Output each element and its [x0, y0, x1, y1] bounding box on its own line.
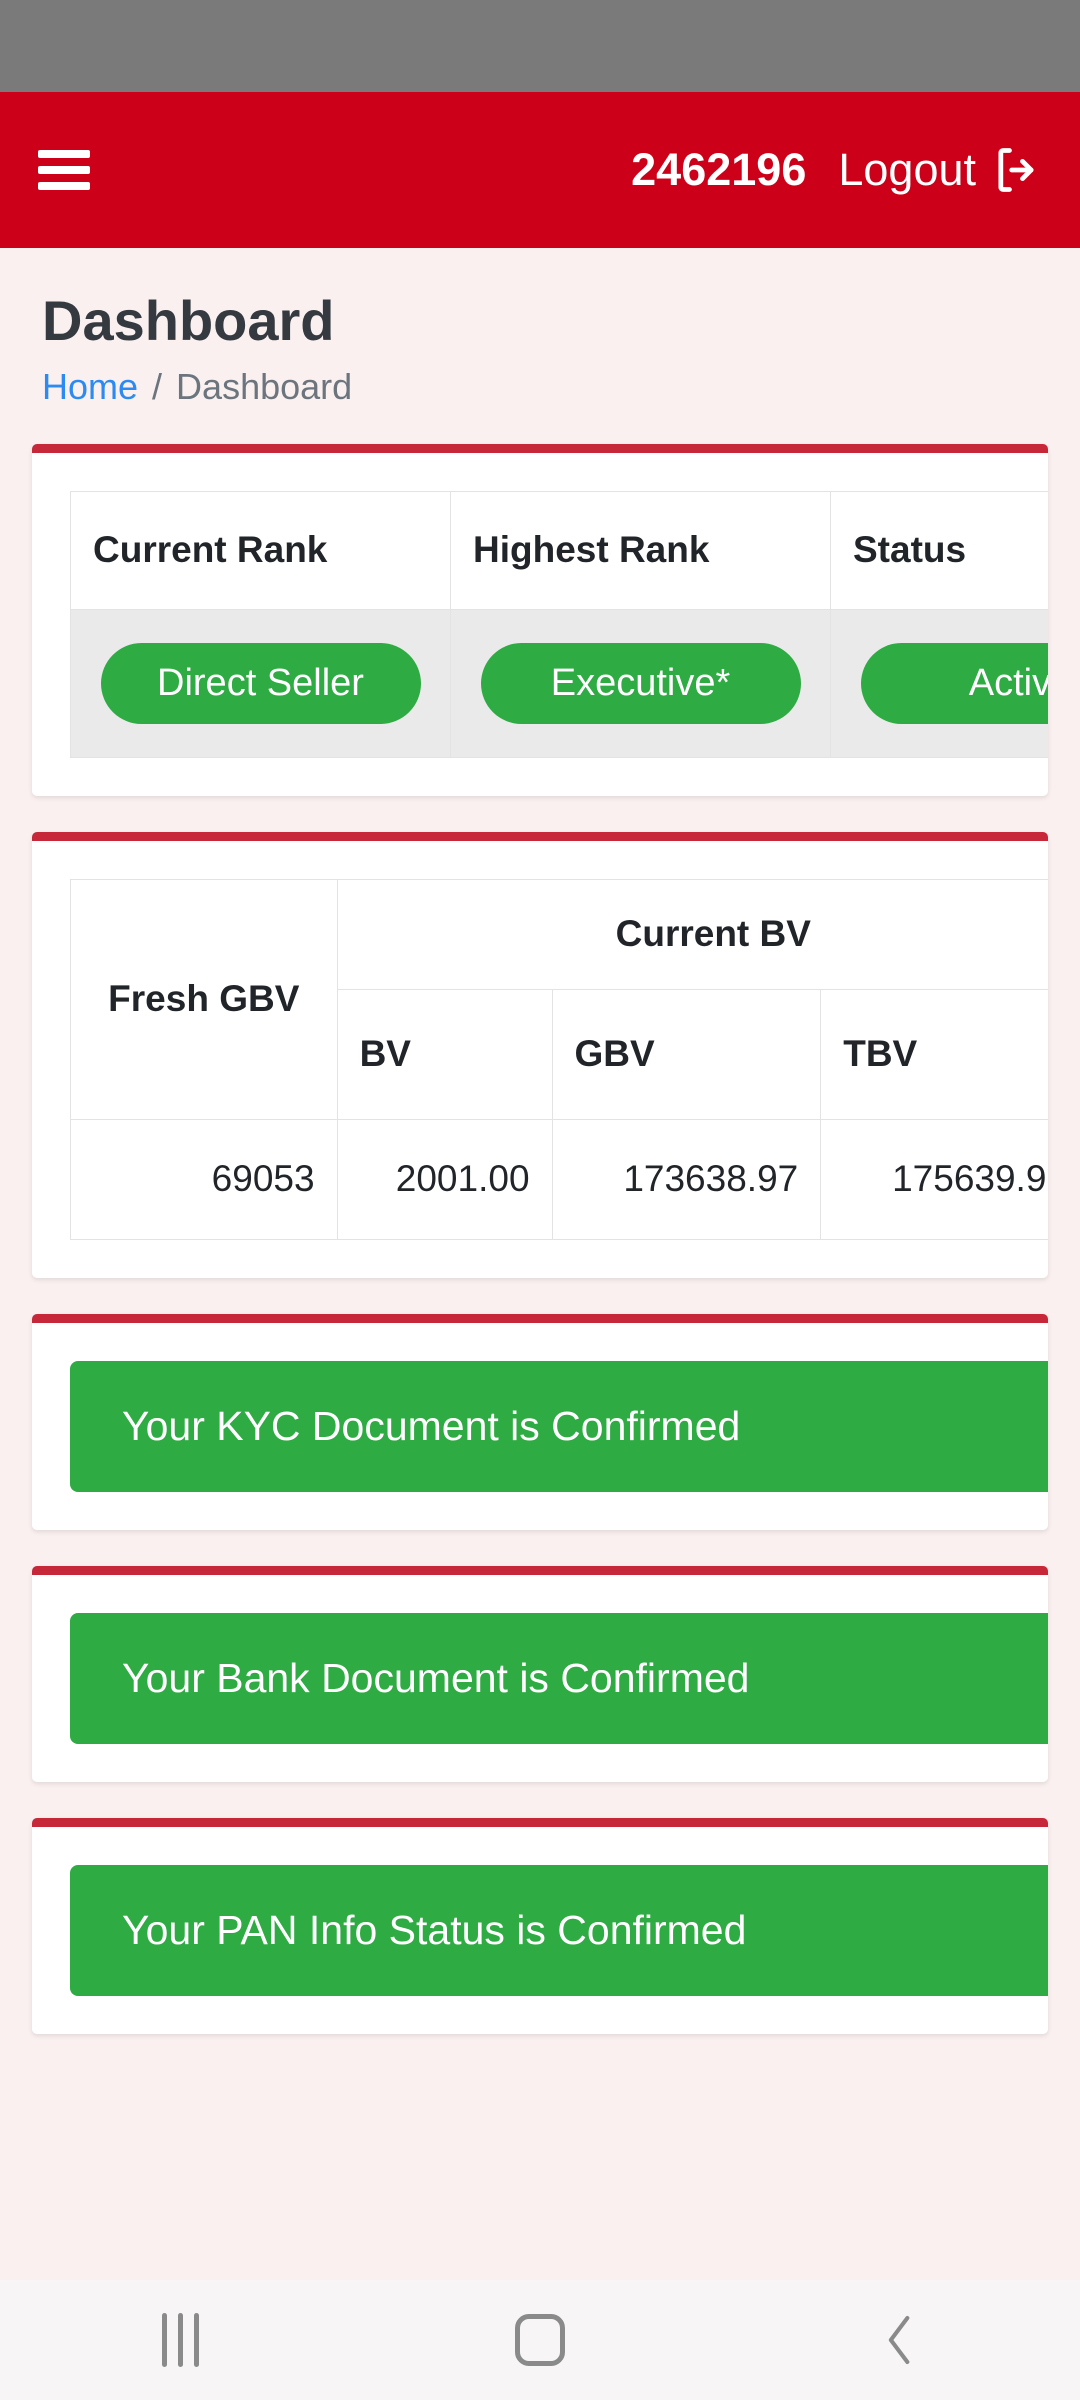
status-bar: [0, 0, 1080, 92]
rank-table-header-row: Current Rank Highest Rank Status: [70, 490, 1048, 610]
rank-table: Current Rank Highest Rank Status Direct …: [70, 490, 1048, 758]
current-rank-badge: Direct Seller: [100, 642, 421, 724]
bv-table-group-row: Fresh GBV Current BV: [70, 878, 1048, 1120]
app-bar-right: 2462196 Logout: [631, 144, 1042, 196]
pan-status-card: Your PAN Info Status is Confirmed: [32, 1817, 1048, 2034]
rank-cell-status: Active: [830, 608, 1048, 758]
kyc-status-banner: Your KYC Document is Confirmed: [70, 1360, 1048, 1492]
rank-card: Current Rank Highest Rank Status Direct …: [32, 443, 1048, 796]
logout-arrow-icon: [998, 148, 1034, 192]
bv-header-gbv: GBV: [551, 988, 822, 1120]
hamburger-bar-3: [38, 182, 90, 190]
back-chevron-icon: [888, 2315, 910, 2365]
rank-cell-highest: Executive*: [450, 608, 831, 758]
status-badge: Active: [860, 642, 1048, 724]
logout-button[interactable]: Logout: [838, 144, 1042, 196]
bank-status-banner: Your Bank Document is Confirmed: [70, 1612, 1048, 1744]
rank-header-current: Current Rank: [70, 490, 451, 610]
bv-card: Fresh GBV Current BV BV GBV TBV 69053 20…: [32, 831, 1048, 1278]
table-row: 69053 2001.00 173638.97 175639.97: [70, 1118, 1048, 1240]
back-button[interactable]: [810, 2280, 990, 2400]
kyc-card-body: Your KYC Document is Confirmed: [32, 1323, 1048, 1530]
recents-button[interactable]: [90, 2280, 270, 2400]
account-id: 2462196: [631, 144, 807, 195]
table-row: Direct Seller Executive* Active: [70, 608, 1048, 758]
page-content: Dashboard Home / Dashboard Current Rank …: [0, 248, 1080, 2034]
bv-group-header-current-bv: Current BV: [336, 878, 1048, 990]
rank-header-status: Status: [830, 490, 1048, 610]
page-title: Dashboard: [42, 289, 335, 352]
phone-screen: 2462196 Logout Dashboard Home / Dashboar…: [0, 0, 1080, 2400]
app-bar: 2462196 Logout: [0, 92, 1080, 248]
rank-card-body: Current Rank Highest Rank Status Direct …: [32, 453, 1048, 796]
breadcrumb-separator: /: [152, 365, 163, 407]
logout-label: Logout: [838, 144, 976, 195]
highest-rank-badge: Executive*: [480, 642, 801, 724]
bv-table: Fresh GBV Current BV BV GBV TBV 69053 20…: [70, 878, 1048, 1240]
home-button[interactable]: [450, 2280, 630, 2400]
hamburger-menu-icon[interactable]: [38, 150, 90, 190]
breadcrumb-home-link[interactable]: Home: [42, 366, 138, 408]
recents-bar-1: [161, 2313, 167, 2367]
bank-status-card: Your Bank Document is Confirmed: [32, 1565, 1048, 1782]
hamburger-bar-2: [38, 166, 90, 174]
bv-header-tbv: TBV: [820, 988, 1048, 1120]
bv-header-fresh-gbv: Fresh GBV: [70, 878, 338, 1120]
bv-header-bv: BV: [336, 988, 553, 1120]
android-navigation-bar: [0, 2280, 1080, 2400]
bv-cell-gbv: 173638.97: [551, 1118, 822, 1240]
rank-cell-current: Direct Seller: [70, 608, 451, 758]
bv-card-body: Fresh GBV Current BV BV GBV TBV 69053 20…: [32, 841, 1048, 1278]
bank-card-body: Your Bank Document is Confirmed: [32, 1575, 1048, 1782]
recents-bar-2: [177, 2313, 183, 2367]
rank-header-highest: Highest Rank: [450, 490, 831, 610]
bv-cell-fresh-gbv: 69053: [70, 1118, 338, 1240]
hamburger-bar-1: [38, 150, 90, 158]
bv-cell-bv: 2001.00: [336, 1118, 553, 1240]
pan-status-banner: Your PAN Info Status is Confirmed: [70, 1864, 1048, 1996]
pan-card-body: Your PAN Info Status is Confirmed: [32, 1827, 1048, 2034]
breadcrumb: Home / Dashboard: [0, 352, 1080, 408]
recents-bar-3: [193, 2313, 199, 2367]
bv-cell-tbv: 175639.97: [820, 1118, 1048, 1240]
recents-icon: [161, 2313, 199, 2367]
home-icon: [515, 2314, 565, 2366]
kyc-status-card: Your KYC Document is Confirmed: [32, 1313, 1048, 1530]
breadcrumb-current: Dashboard: [176, 365, 353, 407]
